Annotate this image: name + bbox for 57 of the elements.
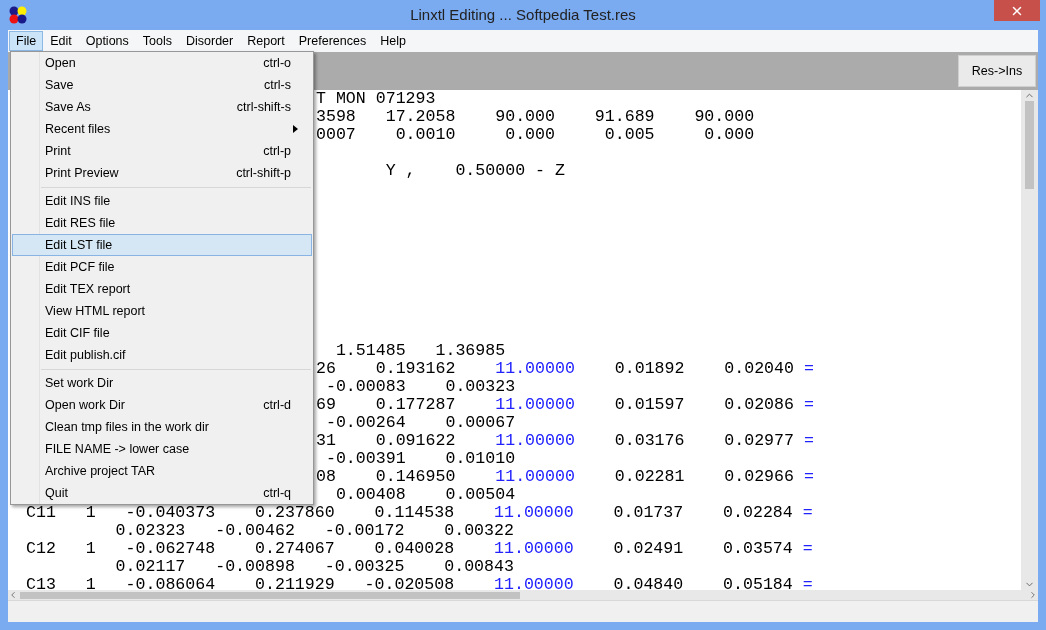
- code-line: 1.51485 1.36985: [334, 342, 506, 360]
- menu-bar-item[interactable]: Options: [78, 31, 136, 51]
- app-logo-icon: [9, 6, 27, 24]
- code-line: 08 0.146950 11.00000 0.02281 0.02966 =: [316, 468, 814, 486]
- menu-item[interactable]: Quit ctrl-q: [12, 482, 312, 504]
- menu-item[interactable]: Save As ctrl-shift-s: [12, 96, 312, 118]
- res-to-ins-button[interactable]: Res->Ins: [958, 55, 1036, 87]
- horizontal-scrollbar[interactable]: [8, 590, 1038, 600]
- menu-bar-item[interactable]: Edit: [43, 31, 79, 51]
- menu-item[interactable]: Edit RES file: [12, 212, 312, 234]
- menu-bar-item[interactable]: Help: [373, 31, 413, 51]
- code-line: 69 0.177287 11.00000 0.01597 0.02086 =: [316, 396, 814, 414]
- menu-item[interactable]: Open ctrl-o: [12, 52, 312, 74]
- menu-item[interactable]: Recent files: [12, 118, 312, 140]
- code-line: Y , 0.50000 - Z: [384, 162, 565, 180]
- menu-item[interactable]: Edit INS file: [12, 190, 312, 212]
- close-button[interactable]: [994, 0, 1040, 21]
- code-line: C11 1 -0.040373 0.237860 0.114538 11.00000 0.01737 0.02284 =: [26, 504, 813, 522]
- code-line: 0.02323 -0.00462 -0.00172 0.00322: [114, 522, 514, 540]
- menu-item[interactable]: View HTML report: [12, 300, 312, 322]
- menu-bar-item[interactable]: Report: [240, 31, 292, 51]
- menu-item[interactable]: Edit TEX report: [12, 278, 312, 300]
- code-line: 31 0.091622 11.00000 0.03176 0.02977 =: [316, 432, 814, 450]
- code-line: 26 0.193162 11.00000 0.01892 0.02040 =: [316, 360, 814, 378]
- code-line: -0.00083 0.00323: [324, 378, 516, 396]
- window-title: Linxtl Editing ... Softpedia Test.res: [409, 4, 637, 25]
- code-line: 3598 17.2058 90.000 91.689 90.000: [316, 108, 755, 126]
- code-line: -0.00264 0.00067: [324, 414, 516, 432]
- menu-bar-item[interactable]: Tools: [135, 31, 179, 51]
- scrollbar-thumb[interactable]: [1025, 101, 1034, 189]
- code-line: T MON 071293: [316, 90, 436, 108]
- code-line: 0.00408 0.00504: [334, 486, 516, 504]
- code-line: C13 1 -0.086064 0.211929 -0.020508 11.00000 0.04840 0.05184 =: [26, 576, 813, 590]
- menu-bar-item[interactable]: Preferences: [291, 31, 374, 51]
- code-line: 0007 0.0010 0.000 0.005 0.000: [316, 126, 755, 144]
- menu-item[interactable]: FILE NAME -> lower case: [12, 438, 312, 460]
- menu-item[interactable]: Edit CIF file: [12, 322, 312, 344]
- vertical-scrollbar[interactable]: [1021, 90, 1038, 590]
- menu-item[interactable]: Clean tmp files in the work dir: [12, 416, 312, 438]
- scroll-left-icon: [8, 590, 18, 600]
- menu-item[interactable]: Set work Dir: [12, 372, 312, 394]
- menu-item[interactable]: Archive project TAR: [12, 460, 312, 482]
- code-line: 0.02117 -0.00898 -0.00325 0.00843: [114, 558, 514, 576]
- menu-bar-item[interactable]: Disorder: [179, 31, 241, 51]
- menu-bar-item[interactable]: File: [9, 31, 44, 51]
- menu-item[interactable]: Edit LST file: [12, 234, 312, 256]
- menu-item[interactable]: Edit publish.cif: [12, 344, 312, 366]
- scroll-right-icon: [1028, 590, 1038, 600]
- menu-item[interactable]: Open work Dir ctrl-d: [12, 394, 312, 416]
- submenu-arrow-icon: [293, 125, 298, 133]
- code-line: -0.00391 0.01010: [324, 450, 516, 468]
- scrollbar-thumb[interactable]: [20, 591, 520, 599]
- menu-item[interactable]: Edit PCF file: [12, 256, 312, 278]
- code-line: C12 1 -0.062748 0.274067 0.040028 11.00000 0.02491 0.03574 =: [26, 540, 813, 558]
- menu-item[interactable]: Print ctrl-p: [12, 140, 312, 162]
- menu-item[interactable]: Print Preview ctrl-shift-p: [12, 162, 312, 184]
- menu-item[interactable]: Save ctrl-s: [12, 74, 312, 96]
